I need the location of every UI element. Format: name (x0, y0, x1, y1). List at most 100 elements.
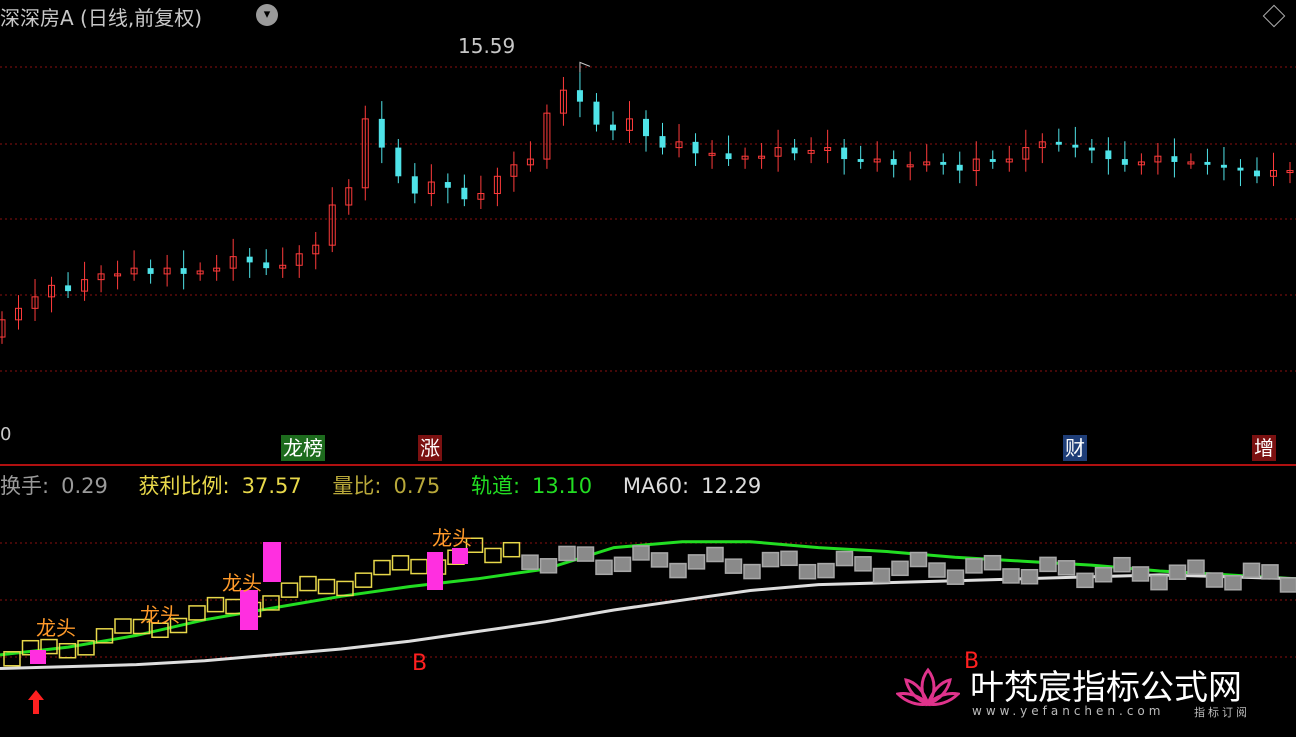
candles (0, 72, 1294, 344)
candle-body (147, 268, 154, 274)
watermark-url: www.yefanchen.com (972, 704, 1165, 718)
profit-box (114, 618, 132, 634)
candle-body (180, 268, 187, 274)
signal-annotation: 龙头 (140, 603, 180, 627)
profit-box (576, 546, 595, 562)
candle-body (246, 256, 253, 263)
profit-box (891, 560, 909, 577)
profit-box (484, 547, 502, 564)
event-tag-rise[interactable]: 涨 (418, 435, 442, 461)
candle-body (1220, 164, 1227, 168)
profit-box (539, 558, 558, 574)
signal-annotation: 龙头 (36, 616, 76, 640)
candle-body (395, 147, 402, 177)
candle-body (1055, 141, 1062, 145)
profit-box (1261, 564, 1279, 580)
profit-box (706, 546, 724, 563)
candle-body (1121, 159, 1128, 165)
profit-box (724, 558, 743, 574)
profit-box (780, 550, 798, 567)
candle-body (411, 176, 418, 194)
profit-box (743, 563, 761, 580)
candle-body (841, 147, 848, 160)
peak-price-label: 15.59 (458, 34, 516, 58)
signal-annotation: 龙头 (432, 526, 472, 550)
price-scale-zero: 0 (0, 424, 12, 445)
profit-box (317, 578, 336, 595)
profit-box (391, 555, 410, 571)
profit-box (595, 559, 613, 576)
profit-box (1002, 568, 1020, 584)
profit-box (280, 582, 299, 598)
candle-body (692, 141, 699, 154)
profit-box (872, 567, 891, 584)
candle-body (609, 124, 616, 131)
profit-box (854, 556, 872, 572)
dragon-bar (240, 590, 258, 630)
track-readout: 轨道: 13.10 (470, 474, 593, 498)
candle-body (378, 118, 385, 148)
candle-body (940, 161, 947, 165)
profit-box (1039, 556, 1057, 573)
arrow-up-icon (28, 690, 44, 714)
volume-ratio-readout: 量比: 0.75 (332, 474, 441, 498)
candle-body (593, 101, 600, 125)
profit-box (798, 563, 817, 580)
profit-box (928, 562, 946, 578)
signal-annotation: B (412, 651, 427, 676)
profit-box (946, 569, 965, 585)
candle-body (890, 159, 897, 165)
profit-box (761, 551, 780, 568)
profit-box (669, 562, 687, 579)
profit-box (650, 552, 669, 568)
candle-body (263, 262, 270, 269)
candle-body (576, 90, 583, 102)
profit-box (1131, 566, 1150, 582)
candle-body (65, 285, 72, 292)
profit-box (909, 551, 928, 568)
candle-body (643, 118, 649, 137)
event-tag-finance[interactable]: 财 (1063, 435, 1087, 461)
profit-box (687, 554, 706, 570)
profit-box (521, 554, 539, 570)
watermark-sub: 指标订阅 (1194, 706, 1250, 719)
profit-box (336, 580, 354, 597)
profit-box (613, 556, 632, 573)
profit-box (225, 598, 243, 615)
candle-body (989, 159, 996, 162)
dragon-bar (263, 542, 281, 582)
signal-annotation: 龙头 (222, 571, 262, 595)
candle-body (791, 147, 798, 154)
chart-title: 深深房A (日线,前复权) (0, 6, 203, 30)
dragon-bar (452, 548, 468, 564)
event-tag-increase[interactable]: 增 (1252, 435, 1276, 461)
profit-box (1242, 562, 1261, 579)
candle-body (1237, 167, 1244, 171)
kline-chart: 龙头龙头龙头龙头B B (0, 61, 1296, 714)
profit-box (1187, 559, 1205, 576)
profit-box (373, 559, 391, 576)
candle-body (659, 136, 666, 148)
profit-box (1020, 568, 1039, 585)
profit-box (965, 558, 983, 574)
indicator-readout: 换手: 0.29 获利比例: 37.57 量比: 0.75 轨道: 13.10 MA60… (0, 470, 785, 500)
candle-body (1072, 144, 1079, 148)
profit-box (354, 572, 373, 588)
profit-box (188, 605, 206, 621)
chevron-down-icon[interactable]: ▾ (256, 4, 278, 26)
candle-body (444, 182, 451, 188)
candle-body (1105, 150, 1112, 160)
profit-box (632, 545, 650, 561)
profit-box (1057, 560, 1076, 576)
profit-box (410, 558, 428, 575)
profit-box (1113, 556, 1131, 573)
profit-box (558, 545, 576, 562)
ma60-readout: MA60: 12.29 (622, 474, 762, 498)
profit-box (1279, 577, 1296, 593)
profit-box (983, 554, 1002, 571)
candle-body (857, 159, 864, 162)
candle-body (1088, 147, 1095, 151)
watermark-title: 叶梵宸指标公式网 (970, 668, 1242, 708)
event-tag-dragon-list[interactable]: 龙榜 (281, 435, 325, 461)
dragon-bar (427, 552, 443, 590)
